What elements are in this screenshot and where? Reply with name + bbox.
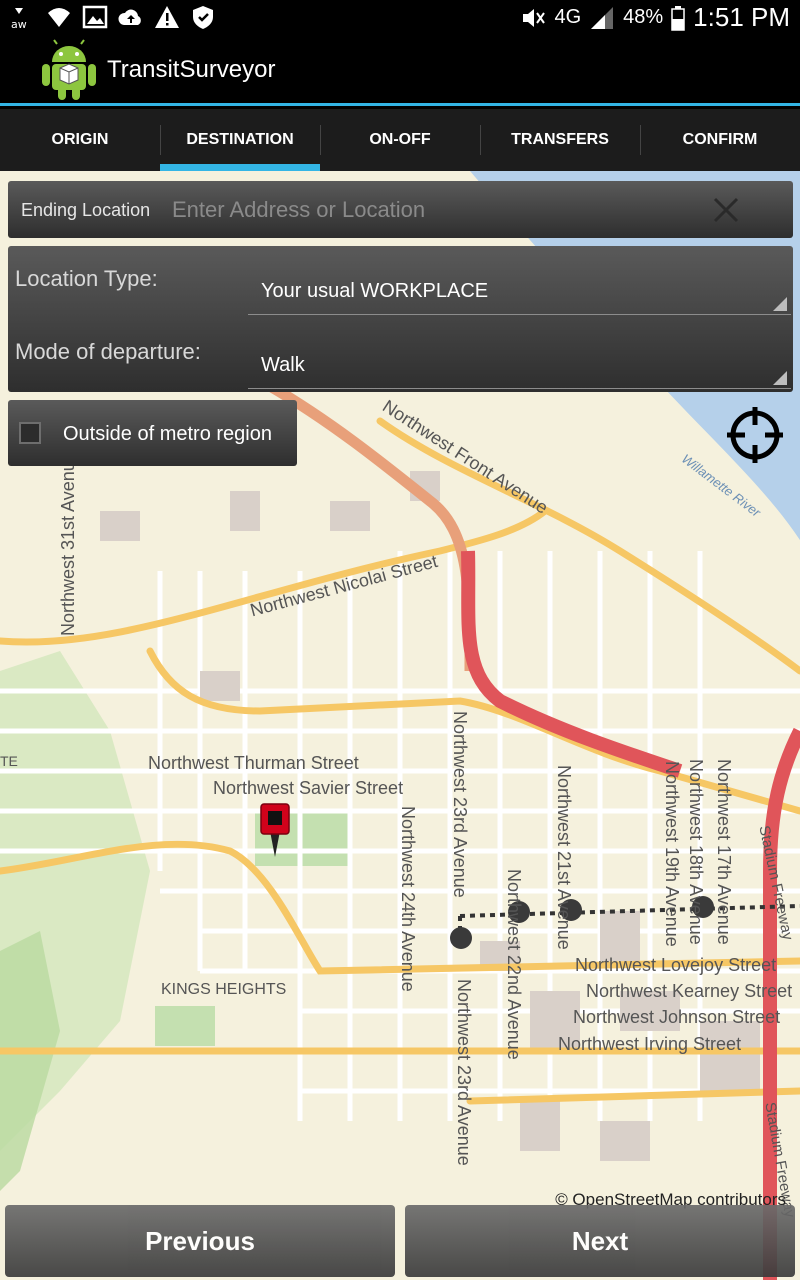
mode-of-departure-value: Walk — [261, 354, 305, 376]
map-label: Northwest Savier Street — [213, 778, 404, 798]
network-type: 4G — [554, 6, 582, 28]
map-label: Northwest 23rd Avenue — [450, 711, 470, 898]
mode-of-departure-select[interactable]: Walk — [248, 339, 791, 389]
tab-origin[interactable]: ORIGIN — [0, 109, 160, 171]
image-icon — [82, 5, 108, 29]
mode-of-departure-label: Mode of departure: — [15, 339, 201, 364]
tab-transfers[interactable]: TRANSFERS — [480, 109, 640, 171]
location-type-select[interactable]: Your usual WORKPLACE — [248, 265, 791, 315]
clear-icon[interactable] — [711, 195, 741, 225]
map-label: TE — [0, 753, 18, 769]
status-bar: aw 4G 48% 1:51 PM — [0, 0, 800, 34]
aw-signal-icon: aw — [11, 8, 27, 30]
map-label: Northwest 18th Avenue — [686, 759, 706, 945]
dropdown-triangle-icon — [773, 297, 787, 311]
map-label: Northwest Lovejoy Street — [575, 955, 777, 975]
battery-icon — [671, 5, 685, 31]
wifi-icon — [48, 8, 70, 27]
map-label: Northwest Thurman Street — [148, 753, 359, 773]
svg-text:aw: aw — [11, 18, 27, 30]
map-label: Northwest 21st Avenue — [554, 765, 574, 950]
location-form-panel: Location Type: Your usual WORKPLACE Mode… — [8, 246, 793, 392]
map-label: Northwest 19th Avenue — [662, 761, 682, 947]
dropdown-triangle-icon — [773, 371, 787, 385]
ending-location-panel: Ending Location — [8, 181, 793, 238]
location-type-value: Your usual WORKPLACE — [261, 280, 489, 302]
tab-destination[interactable]: DESTINATION — [160, 109, 320, 171]
map-label: Northwest Irving Street — [558, 1034, 742, 1054]
tab-confirm[interactable]: CONFIRM — [640, 109, 800, 171]
mute-icon — [523, 8, 546, 27]
action-bar: TransitSurveyor — [0, 34, 800, 106]
clock: 1:51 PM — [693, 2, 790, 32]
previous-button[interactable]: Previous — [5, 1205, 395, 1277]
map-label: Northwest 22nd Avenue — [504, 869, 524, 1060]
map-label: KINGS HEIGHTS — [161, 981, 287, 998]
signal-strength-icon — [591, 6, 614, 29]
android-app-icon — [42, 39, 96, 100]
tab-on-off[interactable]: ON-OFF — [320, 109, 480, 171]
map-label: Northwest 24th Avenue — [398, 806, 418, 992]
map-label: Northwest Kearney Street — [586, 981, 793, 1001]
outside-metro-label[interactable]: Outside of metro region — [63, 423, 272, 446]
next-button[interactable]: Next — [405, 1205, 795, 1277]
map-label: Northwest 17th Avenue — [714, 759, 734, 945]
warning-icon — [155, 6, 179, 28]
ending-location-label: Ending Location — [21, 200, 151, 220]
location-type-label: Location Type: — [15, 266, 158, 291]
tab-bar: ORIGIN DESTINATION ON-OFF TRANSFERS CONF… — [0, 109, 800, 171]
metro-region-panel: Outside of metro region — [8, 400, 297, 466]
map-label: Northwest 31st Avenue — [58, 451, 78, 636]
my-location-icon[interactable] — [727, 407, 783, 463]
cloud-upload-icon — [118, 9, 141, 25]
outside-metro-checkbox[interactable] — [19, 422, 41, 444]
app-title: TransitSurveyor — [107, 56, 276, 83]
map-label: Northwest Johnson Street — [573, 1007, 781, 1027]
battery-percent: 48% — [623, 6, 664, 28]
ending-location-input[interactable] — [172, 193, 702, 227]
shield-icon — [193, 6, 213, 29]
map-label: Northwest 23rd Avenue — [454, 979, 474, 1166]
